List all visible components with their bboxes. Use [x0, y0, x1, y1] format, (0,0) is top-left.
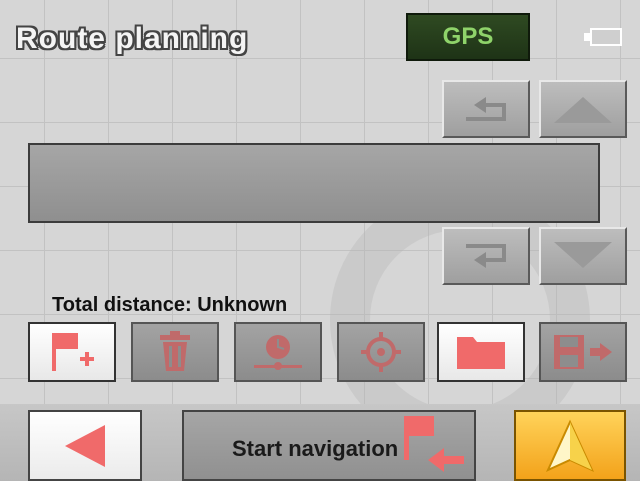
back-button[interactable] — [28, 410, 142, 481]
flag-arrow-icon — [404, 416, 464, 472]
delete-waypoint-button[interactable] — [131, 322, 219, 382]
gps-status-button[interactable]: GPS — [406, 13, 530, 61]
route-options-button[interactable] — [234, 322, 322, 382]
scroll-down-button[interactable] — [539, 227, 627, 285]
navigate-button[interactable] — [514, 410, 626, 481]
flag-plus-icon — [52, 333, 94, 371]
trash-icon — [160, 331, 190, 371]
battery-icon — [584, 28, 624, 48]
redo-arrow-icon — [466, 244, 506, 268]
navigation-arrow-icon — [545, 419, 595, 472]
open-route-button[interactable] — [437, 322, 525, 382]
add-waypoint-button[interactable] — [28, 322, 116, 382]
undo-button[interactable] — [442, 80, 530, 138]
current-position-button[interactable] — [337, 322, 425, 382]
total-distance-label: Total distance: Unknown — [52, 294, 288, 316]
scroll-up-icon — [554, 97, 612, 123]
waypoint-list[interactable] — [28, 143, 600, 223]
target-icon — [361, 332, 401, 372]
clock-route-icon — [254, 335, 302, 370]
save-route-button[interactable] — [539, 322, 627, 382]
back-arrow-icon — [65, 424, 105, 467]
folder-icon — [457, 337, 505, 369]
undo-arrow-icon — [466, 97, 506, 121]
start-navigation-label: Start navigation — [232, 436, 399, 461]
start-navigation-button[interactable]: Start navigation — [182, 410, 476, 481]
redo-button[interactable] — [442, 227, 530, 285]
scroll-up-button[interactable] — [539, 80, 627, 138]
scroll-down-icon — [554, 242, 612, 268]
page-title: Route planning — [16, 22, 249, 55]
save-disk-icon — [554, 335, 612, 369]
